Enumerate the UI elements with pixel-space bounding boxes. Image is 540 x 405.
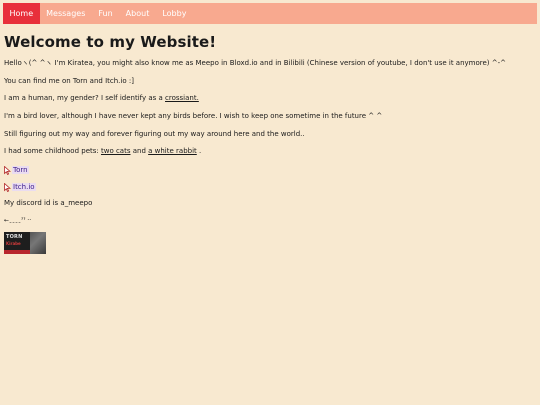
banner-title: TORN xyxy=(6,233,23,240)
banner-graphic xyxy=(30,231,46,254)
nav-about[interactable]: About xyxy=(119,3,156,24)
banner-bar xyxy=(4,249,30,254)
pets-conjunction: and xyxy=(130,147,149,156)
cursor-icon xyxy=(4,182,11,192)
gender-paragraph: I am a human, my gender? I self identify… xyxy=(4,94,534,103)
nav-messages[interactable]: Messages xyxy=(40,3,92,24)
white-rabbit-link[interactable]: a white rabbit xyxy=(148,147,197,155)
main-content: Welcome to my Website! Helloヽ(^ ^ヽ I'm K… xyxy=(4,33,534,254)
torn-link[interactable]: Torn xyxy=(12,166,29,175)
torn-banner-image[interactable]: TORN Kirabe xyxy=(4,231,46,254)
intro-text: Helloヽ(^ ^ヽ I'm Kiratea, you might also … xyxy=(4,59,507,67)
find-me-text: You can find me on Torn and Itch.io :] xyxy=(4,76,134,85)
torn-link-row: Torn xyxy=(4,165,534,175)
two-cats-link[interactable]: two cats xyxy=(101,147,131,155)
decorative-symbols: ←ˍˍˍˍˀˀ ˑˑ xyxy=(4,216,32,224)
nav-fun[interactable]: Fun xyxy=(92,3,119,24)
nav-lobby[interactable]: Lobby xyxy=(156,3,193,24)
nav-home[interactable]: Home xyxy=(3,3,40,24)
pets-paragraph: I had some childhood pets: two cats and … xyxy=(4,147,534,156)
bird-text: I'm a bird lover, although I have never … xyxy=(4,112,383,121)
cursor-icon xyxy=(4,165,11,175)
itch-link[interactable]: Itch.io xyxy=(12,183,36,192)
top-navbar: Home Messages Fun About Lobby xyxy=(3,3,537,24)
discord-text: My discord id is a_meepo xyxy=(4,199,93,208)
pets-end: . xyxy=(196,147,202,156)
gender-text: I am a human, my gender? I self identify… xyxy=(4,94,166,103)
crossiant-link[interactable]: crossiant. xyxy=(165,94,199,102)
figuring-text: Still figuring out my way and forever fi… xyxy=(4,129,305,138)
pets-text: I had some childhood pets: xyxy=(4,147,101,156)
page-title: Welcome to my Website! xyxy=(4,33,217,51)
banner-subtitle: Kirabe xyxy=(6,240,21,246)
itch-link-row: Itch.io xyxy=(4,182,534,192)
